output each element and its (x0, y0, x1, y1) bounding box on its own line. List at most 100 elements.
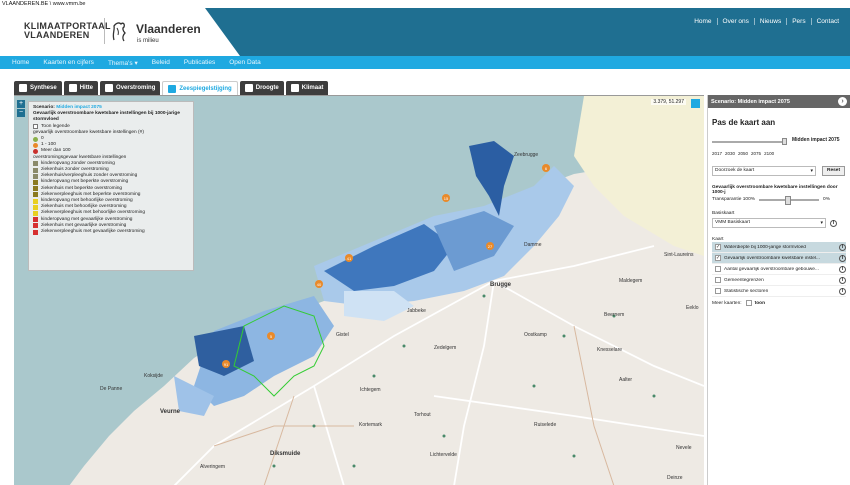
svg-text:Veurne: Veurne (160, 409, 181, 415)
svg-text:41: 41 (347, 256, 352, 261)
svg-text:Zedelgem: Zedelgem (434, 345, 456, 351)
year-tick: 2050 (738, 151, 749, 156)
checkbox-icon[interactable] (715, 277, 721, 283)
year-ticks: 2017 2030 2050 2075 2100 (712, 151, 846, 156)
settings-panel: Scenario: Midden impact 2075 › Pas de ka… (707, 95, 850, 485)
scenario-slider[interactable]: Midden impact 2075 (712, 137, 846, 151)
mainnav-kaarten[interactable]: Kaarten en cijfers (43, 59, 94, 66)
more-layers-toggle[interactable]: toon (755, 301, 765, 306)
svg-text:Maldegem: Maldegem (619, 278, 642, 284)
fullscreen-icon[interactable] (691, 99, 700, 108)
topnav-contact[interactable]: Contact (810, 18, 844, 25)
info-icon[interactable]: i (839, 287, 846, 295)
chevron-right-icon[interactable]: › (838, 97, 847, 106)
flood-icon (105, 84, 114, 92)
checkbox-icon[interactable] (745, 300, 752, 306)
topnav-over-ons[interactable]: Over ons (716, 18, 754, 25)
panel-title: Pas de kaart aan (712, 118, 776, 127)
brand-name: Vlaanderen (136, 22, 201, 36)
ziekenhuis-icon (33, 167, 38, 173)
tab-zeespiegelstijging[interactable]: Zeespiegelstijging (162, 81, 238, 95)
transparency-end: 0% (823, 197, 830, 202)
svg-text:Gistel: Gistel (336, 332, 349, 338)
zoom-controls: + − (17, 100, 25, 118)
info-icon[interactable]: i (839, 243, 846, 251)
search-row: Doorzoek de kaart Reset (712, 166, 846, 176)
slider-track[interactable] (712, 141, 782, 143)
sea-level-icon (168, 84, 177, 93)
info-icon[interactable]: i (839, 276, 846, 284)
kinderopvang-icon (33, 161, 38, 167)
more-layers-label: Meer kaarten: (712, 300, 742, 306)
transparency-label: Transparantie 100% (712, 197, 756, 202)
map-legend: Scenario: Midden impact 2075 Gevaarlijk … (28, 101, 194, 271)
slider-handle[interactable] (782, 138, 787, 145)
year-tick: 2075 (751, 151, 762, 156)
transparency-control: Transparantie 100% 0% (712, 195, 846, 205)
info-icon[interactable]: i (839, 254, 846, 262)
info-icon[interactable]: i (839, 265, 846, 273)
svg-text:Diksmuide: Diksmuide (270, 451, 301, 457)
mainnav-home[interactable]: Home (12, 59, 29, 66)
svg-text:27: 27 (488, 244, 493, 249)
svg-text:De Panne: De Panne (100, 386, 122, 392)
info-icon[interactable]: i (830, 219, 837, 227)
drought-icon (244, 84, 253, 92)
verpleeghuis-icon (33, 173, 38, 179)
transparency-slider[interactable] (759, 195, 820, 205)
tab-klimaat[interactable]: Klimaat (285, 81, 329, 95)
layer-statistische-sectoren[interactable]: Statistische sectoren i (712, 286, 846, 297)
svg-text:Alveringem: Alveringem (200, 464, 225, 470)
layer-gemeentegrenzen[interactable]: Gemeentegrenzen i (712, 275, 846, 286)
site-header: KLIMAATPORTAAL VLAANDEREN Vlaanderen is … (0, 8, 850, 56)
layer-gebouwen[interactable]: Aantal gevaarlijk overstroombare gebouwe… (712, 264, 846, 275)
search-map-select[interactable]: Doorzoek de kaart (712, 166, 816, 176)
svg-text:Deinze: Deinze (667, 475, 683, 481)
basemap-label: Basiskaart (712, 211, 735, 216)
ziekenhuis-icon (33, 186, 38, 192)
synthese-icon (19, 84, 27, 92)
panel-scenario-value: Midden impact 2075 (737, 98, 790, 105)
checkbox-checked-icon[interactable]: ✓ (715, 244, 721, 250)
tab-overstroming[interactable]: Overstroming (100, 81, 161, 95)
tab-synthese[interactable]: Synthese (14, 81, 62, 95)
flemish-lion-icon (112, 22, 126, 42)
year-tick: 2030 (725, 151, 736, 156)
mainnav-publicaties[interactable]: Publicaties (184, 59, 215, 66)
checkbox-checked-icon[interactable]: ✓ (715, 255, 721, 261)
portal-logo[interactable]: KLIMAATPORTAAL VLAANDEREN (24, 22, 111, 40)
svg-text:Nevele: Nevele (676, 445, 692, 451)
more-layers: Meer kaarten: toon (712, 300, 846, 306)
zoom-out-button[interactable]: − (17, 109, 25, 117)
slider-value: Midden impact 2075 (792, 137, 840, 143)
mainnav-themas[interactable]: Thema's ▾ (108, 59, 138, 67)
main-nav: Home Kaarten en cijfers Thema's ▾ Beleid… (0, 56, 850, 69)
layer-waterdiepte[interactable]: ✓ Waterdiepte bij 1000-jarige stormvloed i (712, 242, 846, 253)
svg-text:Damme: Damme (524, 242, 542, 248)
checkbox-icon[interactable] (33, 124, 38, 130)
topnav-nieuws[interactable]: Nieuws (753, 18, 786, 25)
checkbox-icon[interactable] (715, 288, 721, 294)
green-dot-icon (33, 136, 38, 142)
checkbox-icon[interactable] (715, 266, 721, 272)
topnav-home[interactable]: Home (689, 18, 716, 25)
basemap-row: VMM Basiskaart i (712, 218, 846, 228)
year-tick: 2100 (764, 151, 775, 156)
map-view[interactable]: 6 15 27 41 40 5 91 Brugge Zeebrugge Sint… (14, 95, 704, 485)
layer-kwetsbare-instellingen[interactable]: ✓ Gevaarlijk overstroombare kwetsbare ins… (712, 253, 846, 264)
mainnav-beleid[interactable]: Beleid (152, 59, 170, 66)
mainnav-open-data[interactable]: Open Data (229, 59, 260, 66)
basemap-select[interactable]: VMM Basiskaart (712, 218, 826, 228)
svg-text:Aalter: Aalter (619, 377, 632, 383)
brand-sub: is milieu (137, 38, 159, 44)
topnav-pers[interactable]: Pers (786, 18, 810, 25)
zoom-in-button[interactable]: + (17, 100, 25, 108)
svg-text:Ichtegem: Ichtegem (360, 387, 381, 393)
kinderopvang-icon (33, 198, 38, 204)
tab-droogte[interactable]: Droogte (239, 81, 284, 95)
svg-text:Kortemark: Kortemark (359, 422, 383, 428)
reset-button[interactable]: Reset (822, 166, 846, 176)
legend-layer-title: Gevaarlijk overstroombare kwetsbare inst… (33, 111, 180, 123)
tab-hitte[interactable]: Hitte (63, 81, 99, 95)
thermometer-icon (68, 84, 77, 92)
